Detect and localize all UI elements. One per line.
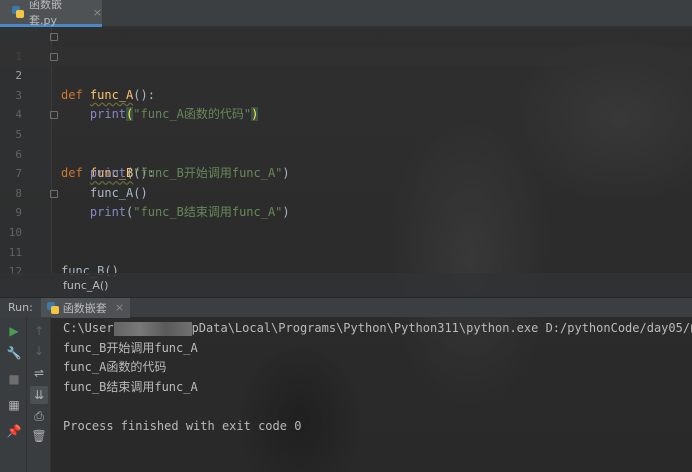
tab-close-icon[interactable]: × <box>93 6 102 19</box>
fold-icon[interactable] <box>50 189 58 198</box>
code-line[interactable]: 8 print("func_B结束调用func_A") <box>0 164 692 220</box>
tab-filename: 函数嵌套.py <box>29 0 62 27</box>
code-line[interactable]: 7 func_A() <box>0 145 692 200</box>
fold-icon[interactable] <box>50 33 58 41</box>
code-line-current[interactable]: 2 print("func_A函数的代码") <box>0 46 692 122</box>
rerun-icon[interactable]: ▶ <box>5 322 23 340</box>
wrench-icon[interactable]: 🔧 <box>5 344 23 362</box>
console-line: func_B结束调用func_A <box>63 379 198 394</box>
code-line[interactable]: 3 <box>0 66 692 102</box>
console-output[interactable]: C:\User pData\Local\Programs\Python\Pytho… <box>51 317 692 472</box>
code-line[interactable]: 4 <box>0 86 692 121</box>
editor-tab-bar: 函数嵌套.py × <box>0 0 692 27</box>
scroll-down-icon[interactable]: ↓ <box>30 342 48 360</box>
run-tab-close-icon[interactable]: × <box>115 301 124 314</box>
run-toolbar-primary: ▶ 🔧 ■ ▦ 📌 <box>0 317 27 472</box>
run-tab-name: 函数嵌套 <box>62 301 107 315</box>
stop-icon[interactable]: ■ <box>5 370 23 388</box>
code-line[interactable]: 9 <box>0 184 692 219</box>
redacted-path <box>113 321 192 336</box>
code-editor[interactable]: 1 def func_A(): 2 print("func_A函数的代码") 3… <box>0 27 692 279</box>
trash-icon[interactable]: 🗑 <box>30 427 48 445</box>
console-exit-line: Process finished with exit code 0 <box>63 418 302 433</box>
scroll-to-end-icon[interactable]: ⇊ <box>30 386 48 404</box>
python-run-icon <box>46 301 59 314</box>
fold-icon[interactable] <box>50 111 58 120</box>
print-icon[interactable]: ⎙ <box>30 407 48 425</box>
code-line[interactable]: 1 def func_A(): <box>0 27 692 102</box>
command-prefix: C:\User <box>63 321 114 335</box>
code-line[interactable]: 10 <box>0 203 692 239</box>
run-toolbar-secondary: ↑ ↓ ⇌ ⇊ ⎙ 🗑 <box>27 317 51 472</box>
scroll-up-icon[interactable]: ↑ <box>30 322 48 340</box>
breadcrumb[interactable]: func_A() <box>0 273 692 297</box>
code-line[interactable]: 11 func_B() <box>0 223 692 279</box>
pin-icon[interactable]: 📌 <box>5 422 23 440</box>
command-suffix: pData\Local\Programs\Python\Python311\py… <box>191 321 692 335</box>
run-panel-header: Run: 函数嵌套 × <box>0 297 692 318</box>
console-line: func_B开始调用func_A <box>63 340 198 355</box>
fold-icon[interactable] <box>50 52 58 61</box>
code-line[interactable]: 5 def func_B(): <box>0 105 692 180</box>
layout-icon[interactable]: ▦ <box>5 396 23 414</box>
soft-wrap-icon[interactable]: ⇌ <box>30 364 48 382</box>
code-line[interactable]: 12 <box>0 243 692 278</box>
console-line: func_A函数的代码 <box>63 360 167 374</box>
tab-file[interactable]: 函数嵌套.py × <box>0 0 102 27</box>
code-line[interactable]: 6 print("func_B开始调用func_A") <box>0 125 692 181</box>
python-file-icon <box>12 6 24 18</box>
run-config-tab[interactable]: 函数嵌套 × <box>40 297 131 318</box>
run-label: Run: <box>8 301 33 314</box>
console-command-line: C:\User pData\Local\Programs\Python\Pytho… <box>63 319 692 339</box>
